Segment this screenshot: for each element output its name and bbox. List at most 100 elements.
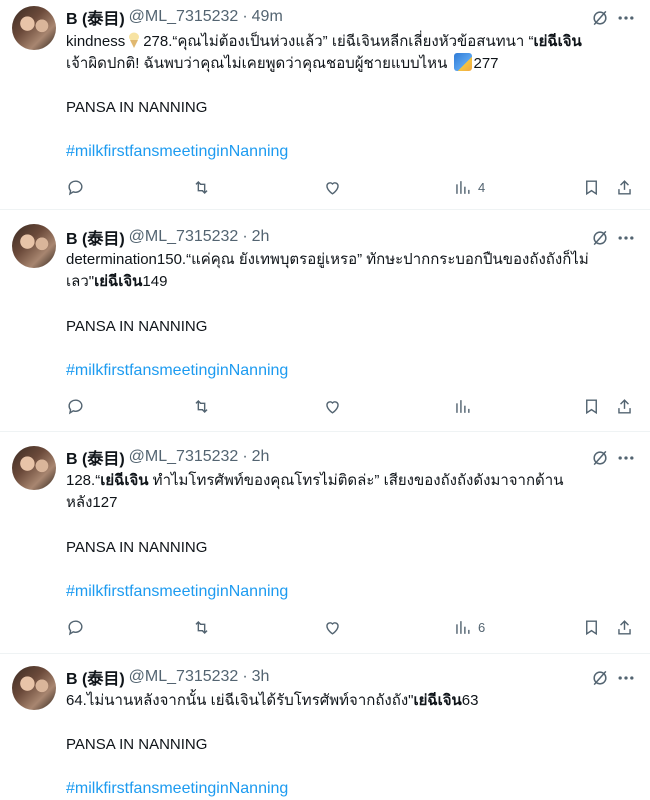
tweet-text-part: 63 bbox=[461, 692, 479, 709]
reply-icon bbox=[68, 619, 83, 635]
user-handle[interactable]: @ML_7315232 bbox=[129, 668, 239, 686]
views-button[interactable] bbox=[453, 394, 478, 418]
bookmark-button[interactable] bbox=[582, 175, 601, 199]
tweet-text: 128.“เย่ฉีเจิน ทำไมโทรศัพท์ของคุณโทรไม่ต… bbox=[66, 470, 636, 514]
reply-button[interactable] bbox=[66, 394, 85, 418]
bookmark-icon bbox=[586, 619, 597, 635]
avatar[interactable] bbox=[12, 666, 56, 710]
tweet[interactable]: B (泰目) @ML_7315232 · 2h determination150… bbox=[0, 210, 650, 432]
views-button[interactable]: 4 bbox=[453, 175, 485, 199]
tweet[interactable]: B (泰目) @ML_7315232 · 2h 128.“เย่ฉีเจิน ท… bbox=[0, 432, 650, 654]
share-button[interactable] bbox=[615, 615, 634, 639]
separator-dot: · bbox=[242, 668, 248, 685]
tweet-text-part: determination150.“แค่คุณ ยังเทพบุตรอยู่เ… bbox=[66, 251, 589, 268]
more-icon[interactable] bbox=[616, 448, 636, 468]
timestamp[interactable]: 49m bbox=[252, 8, 283, 26]
separator-dot: · bbox=[242, 8, 248, 25]
share-icon bbox=[618, 179, 631, 195]
share-button[interactable] bbox=[615, 394, 634, 418]
grok-icon[interactable] bbox=[590, 228, 610, 248]
tweet-text-bold: เย่ฉีเจิน bbox=[533, 33, 582, 50]
reply-button[interactable] bbox=[66, 615, 85, 639]
tweet-text: determination150.“แค่คุณ ยังเทพบุตรอยู่เ… bbox=[66, 249, 636, 293]
tweet-text-part: ทำไมโทรศัพท์ของคุณโทรไม่ติดล่ะ” เสียงของ… bbox=[148, 472, 564, 489]
ice-cream-icon bbox=[129, 32, 140, 48]
hashtag-link[interactable]: #milkfirstfansmeetinginNanning bbox=[66, 778, 288, 800]
tweet-actions: 4 bbox=[66, 175, 636, 199]
tweet[interactable]: B (泰目) @ML_7315232 · 49m kindness 278.“คุ… bbox=[0, 0, 650, 210]
tweet-text-part: 64.ไม่นานหลังจากนั้น เย่ฉีเจินได้รับโทรศ… bbox=[66, 692, 414, 709]
display-name[interactable]: B (泰目) bbox=[66, 225, 125, 249]
location-text: PANSA IN NANNING bbox=[66, 318, 208, 335]
tweet-header: B (泰目) @ML_7315232 · 2h bbox=[66, 446, 269, 468]
more-icon[interactable] bbox=[616, 8, 636, 28]
user-handle[interactable]: @ML_7315232 bbox=[129, 448, 239, 466]
grok-icon[interactable] bbox=[590, 8, 610, 28]
tweet-text-part: 128.“ bbox=[66, 472, 101, 489]
like-button[interactable] bbox=[323, 615, 342, 639]
tweet-text-part: เลว" bbox=[66, 273, 95, 290]
like-button[interactable] bbox=[323, 394, 342, 418]
retweet-icon bbox=[195, 180, 208, 194]
timestamp[interactable]: 2h bbox=[252, 228, 270, 246]
avatar[interactable] bbox=[12, 6, 56, 50]
views-icon bbox=[456, 180, 470, 194]
user-handle[interactable]: @ML_7315232 bbox=[129, 8, 239, 26]
share-button[interactable] bbox=[615, 175, 634, 199]
retweet-button[interactable] bbox=[192, 394, 211, 418]
tweet-text-bold: เย่ฉีเจิน bbox=[94, 273, 143, 290]
shooting-star-icon bbox=[453, 53, 472, 71]
reply-button[interactable] bbox=[66, 175, 85, 199]
tweet-text-part: kindness bbox=[66, 33, 126, 50]
user-handle[interactable]: @ML_7315232 bbox=[129, 228, 239, 246]
hashtag-link[interactable]: #milkfirstfansmeetinginNanning bbox=[66, 141, 288, 163]
views-icon bbox=[456, 399, 470, 413]
tweet[interactable]: B (泰目) @ML_7315232 · 3h 64.ไม่นานหลังจาก… bbox=[0, 654, 650, 800]
tweet-actions: 6 bbox=[66, 615, 636, 639]
tweet-header: B (泰目) @ML_7315232 · 2h bbox=[66, 226, 269, 248]
display-name[interactable]: B (泰目) bbox=[66, 5, 125, 29]
tweet-text-part: เจ้าผิดปกติ! ฉันพบว่าคุณไม่เคยพูดว่าคุณช… bbox=[66, 55, 448, 72]
reply-icon bbox=[68, 179, 83, 195]
timestamp[interactable]: 3h bbox=[252, 668, 270, 686]
tweet-text: 64.ไม่นานหลังจากนั้น เย่ฉีเจินได้รับโทรศ… bbox=[66, 690, 636, 712]
retweet-icon bbox=[195, 620, 208, 634]
like-icon bbox=[326, 400, 339, 414]
location-text: PANSA IN NANNING bbox=[66, 736, 208, 753]
display-name[interactable]: B (泰目) bbox=[66, 445, 125, 469]
share-icon bbox=[618, 619, 631, 635]
bookmark-button[interactable] bbox=[582, 394, 601, 418]
display-name[interactable]: B (泰目) bbox=[66, 665, 125, 689]
avatar[interactable] bbox=[12, 446, 56, 490]
more-icon[interactable] bbox=[616, 668, 636, 688]
bookmark-icon bbox=[586, 179, 597, 195]
retweet-icon bbox=[195, 399, 208, 413]
grok-icon[interactable] bbox=[590, 448, 610, 468]
bookmark-icon bbox=[586, 398, 597, 414]
location-text: PANSA IN NANNING bbox=[66, 99, 208, 116]
hashtag-link[interactable]: #milkfirstfansmeetinginNanning bbox=[66, 360, 288, 382]
separator-dot: · bbox=[242, 448, 248, 465]
tweet-header: B (泰目) @ML_7315232 · 49m bbox=[66, 6, 283, 28]
retweet-button[interactable] bbox=[192, 615, 211, 639]
separator-dot: · bbox=[242, 228, 248, 245]
tweet-text-part: 278.“คุณไม่ต้องเป็นห่วงแล้ว” เย่ฉีเจินหล… bbox=[143, 33, 534, 50]
tweet-text-part: หลัง127 bbox=[66, 494, 118, 511]
like-icon bbox=[326, 621, 339, 635]
retweet-button[interactable] bbox=[192, 175, 211, 199]
tweet-text: kindness 278.“คุณไม่ต้องเป็นห่วงแล้ว” เย่… bbox=[66, 31, 636, 75]
grok-icon[interactable] bbox=[590, 668, 610, 688]
bookmark-button[interactable] bbox=[582, 615, 601, 639]
timestamp[interactable]: 2h bbox=[252, 448, 270, 466]
tweet-text-part: 277 bbox=[473, 55, 499, 72]
hashtag-link[interactable]: #milkfirstfansmeetinginNanning bbox=[66, 581, 288, 603]
views-button[interactable]: 6 bbox=[453, 615, 485, 639]
like-button[interactable] bbox=[323, 175, 342, 199]
share-icon bbox=[618, 398, 631, 414]
avatar[interactable] bbox=[12, 224, 56, 268]
timeline-feed: B (泰目) @ML_7315232 · 49m kindness 278.“คุ… bbox=[0, 0, 650, 800]
like-icon bbox=[326, 181, 339, 195]
views-icon bbox=[456, 620, 470, 634]
views-count: 6 bbox=[478, 619, 486, 635]
more-icon[interactable] bbox=[616, 228, 636, 248]
